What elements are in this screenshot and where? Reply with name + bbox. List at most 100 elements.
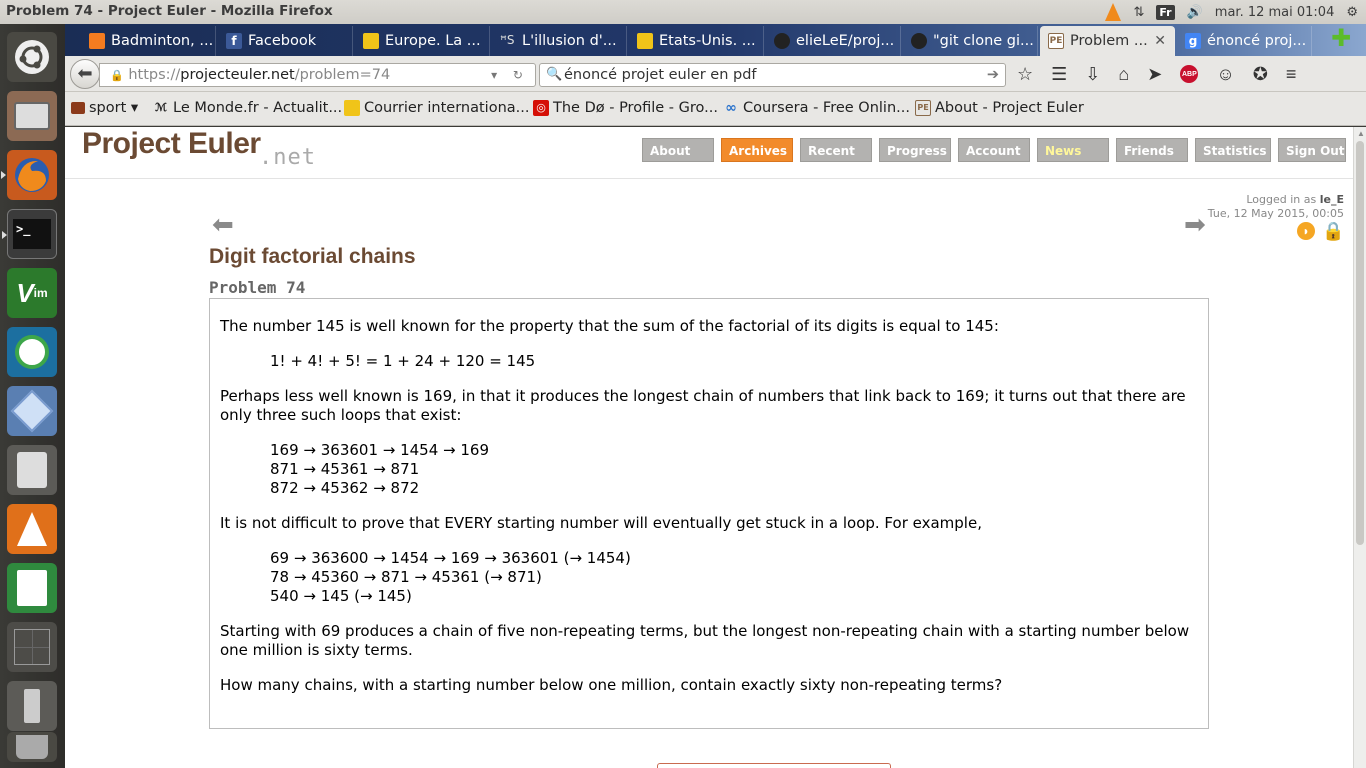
search-bar[interactable]: 🔍 énoncé projet euler en pdf ➔: [539, 63, 1006, 87]
clock[interactable]: mar. 12 mai 01:04: [1215, 5, 1335, 20]
bookmark-label: Courrier internationa...: [364, 100, 530, 116]
bookmark-about-project-euler[interactable]: PE About - Project Euler: [915, 100, 1084, 116]
nav-friends[interactable]: Friends: [1116, 138, 1188, 162]
url-bar[interactable]: 🔒 https://projecteuler.net/problem=74 ▾ …: [99, 63, 536, 87]
workspace-switcher-icon[interactable]: [7, 622, 57, 672]
coursera-icon: ∞: [725, 100, 737, 116]
nav-recent[interactable]: Recent: [800, 138, 872, 162]
url-path: /problem=74: [294, 67, 391, 83]
send-icon[interactable]: ➤: [1147, 64, 1162, 85]
tab-label: "git clone gi...: [933, 33, 1034, 49]
tab-facebook[interactable]: f Facebook: [218, 26, 353, 56]
nav-about[interactable]: About: [642, 138, 714, 162]
lastfm-icon: ◎: [533, 100, 549, 116]
site-favicon: ꟸS: [500, 33, 515, 47]
downloads-icon[interactable]: ⇩: [1085, 64, 1100, 85]
facebook-icon: f: [226, 33, 242, 49]
libreoffice-calc-icon[interactable]: [7, 563, 57, 613]
system-tray: ⇅ Fr 🔊 mar. 12 mai 01:04 ⚙: [1105, 0, 1358, 24]
session-gear-icon[interactable]: ⚙: [1346, 5, 1358, 20]
bookmark-label: Le Monde.fr - Actualit...: [173, 100, 343, 116]
tab-git-clone[interactable]: "git clone gi...: [903, 26, 1038, 56]
loops-list: 169 → 363601 → 1454 → 169 871 → 45361 → …: [270, 441, 1198, 498]
site-logo[interactable]: Project Euler: [82, 127, 261, 161]
examples-list: 69 → 363600 → 1454 → 169 → 363601 (→ 145…: [270, 549, 1198, 606]
new-tab-button[interactable]: ✚: [1330, 27, 1352, 51]
tab-label: Facebook: [248, 33, 317, 49]
terminal-icon[interactable]: >_: [2, 209, 57, 259]
virtualbox-icon[interactable]: [7, 386, 57, 436]
bookmark-courrier[interactable]: Courrier internationa...: [344, 100, 529, 116]
courrier-icon: [363, 33, 379, 49]
nav-progress[interactable]: Progress: [879, 138, 951, 162]
bookmark-star-icon[interactable]: ☆: [1017, 64, 1033, 85]
page-content: Project Euler .net About Archives Recent…: [65, 127, 1353, 768]
unity-launcher: >_ Vim: [0, 24, 65, 768]
bookmark-sport-folder[interactable]: sport ▾: [71, 100, 138, 116]
problem-paragraph: Starting with 69 produces a chain of fiv…: [220, 622, 1190, 659]
close-tab-icon[interactable]: ✕: [1154, 33, 1166, 49]
reading-list-icon[interactable]: ☰: [1051, 64, 1067, 85]
loop-line: 871 → 45361 → 871: [270, 460, 420, 478]
tab-label: L'illusion d'...: [522, 33, 617, 49]
rss-icon[interactable]: ◗: [1297, 222, 1315, 240]
google-icon: g: [1185, 33, 1201, 49]
back-button[interactable]: ⬅: [70, 59, 100, 89]
tab-europe[interactable]: Europe. La ...: [355, 26, 490, 56]
adblock-plus-icon[interactable]: ABP: [1180, 65, 1199, 83]
home-icon[interactable]: ⌂: [1118, 64, 1129, 85]
next-problem-arrow-icon[interactable]: ➡: [1184, 209, 1206, 240]
folder-icon: [71, 102, 85, 114]
problem-content: The number 145 is well known for the pro…: [209, 298, 1209, 729]
vim-icon[interactable]: Vim: [7, 268, 57, 318]
scroll-up-icon[interactable]: ▲: [1357, 129, 1365, 138]
usb-drive-icon[interactable]: [7, 681, 57, 731]
padlock-icon[interactable]: 🔒: [1322, 221, 1344, 242]
calculator-icon[interactable]: [7, 445, 57, 495]
keyboard-layout-indicator[interactable]: Fr: [1156, 4, 1175, 20]
extension-icon[interactable]: ✪: [1253, 64, 1268, 85]
network-manager-icon[interactable]: [7, 327, 57, 377]
tab-illusion[interactable]: ꟸS L'illusion d'...: [492, 26, 627, 56]
files-icon[interactable]: [7, 91, 57, 141]
search-go-icon[interactable]: ➔: [987, 64, 999, 86]
tab-github-repo[interactable]: elieLeE/proj...: [766, 26, 901, 56]
problem-equation: 1! + 4! + 5! = 1 + 24 + 120 = 145: [270, 352, 536, 370]
firefox-icon[interactable]: [1, 150, 57, 200]
problem-paragraph: It is not difficult to prove that EVERY …: [220, 514, 982, 532]
scrollbar-thumb[interactable]: [1356, 141, 1364, 545]
menu-icon[interactable]: ≡: [1286, 64, 1297, 85]
tab-etats-unis[interactable]: Etats-Unis. ...: [629, 26, 764, 56]
bookmark-label: About - Project Euler: [935, 100, 1084, 116]
answer-input-box[interactable]: [657, 763, 891, 768]
nav-sign-out[interactable]: Sign Out: [1278, 138, 1346, 162]
bookmark-coursera[interactable]: ∞ Coursera - Free Onlin...: [723, 100, 910, 116]
nav-news[interactable]: News: [1037, 138, 1109, 162]
page-scrollbar[interactable]: ▲: [1353, 127, 1366, 768]
nav-account[interactable]: Account: [958, 138, 1030, 162]
problem-number: Problem 74: [209, 278, 306, 297]
nav-statistics[interactable]: Statistics: [1195, 138, 1271, 162]
vlc-icon[interactable]: [7, 504, 57, 554]
tab-label: Problem ...: [1070, 33, 1148, 49]
bookmark-le-monde[interactable]: ℳ Le Monde.fr - Actualit...: [153, 100, 342, 116]
volume-icon[interactable]: 🔊: [1187, 5, 1203, 20]
url-dropdown-reload-icons[interactable]: ▾ ↻: [491, 64, 529, 86]
loop-line: 169 → 363601 → 1454 → 169: [270, 441, 490, 459]
trash-icon[interactable]: [7, 732, 57, 762]
nav-archives[interactable]: Archives: [721, 138, 793, 162]
chat-icon[interactable]: ☺: [1216, 64, 1234, 85]
network-icon[interactable]: ⇅: [1133, 5, 1144, 20]
toolbar-icons: ☆ ☰ ⇩ ⌂ ➤ ABP ☺ ✪ ≡: [1017, 62, 1296, 86]
navigation-toolbar: ⬅ 🔒 https://projecteuler.net/problem=74 …: [65, 56, 1366, 92]
bookmark-the-do[interactable]: ◎ The Dø - Profile - Gro...: [533, 100, 718, 116]
previous-problem-arrow-icon[interactable]: ⬅: [212, 209, 234, 240]
vlc-tray-icon[interactable]: [1105, 3, 1122, 21]
tab-bar: Badminton, ... f Facebook Europe. La ...…: [65, 24, 1366, 56]
top-panel: Problem 74 - Project Euler - Mozilla Fir…: [0, 0, 1366, 24]
tab-problem-74[interactable]: PE Problem ... ✕: [1040, 26, 1175, 56]
tab-enonce[interactable]: g énoncé proj...: [1177, 26, 1312, 56]
dash-home-icon[interactable]: [7, 32, 57, 82]
username: le_E: [1319, 193, 1344, 206]
tab-badminton[interactable]: Badminton, ...: [81, 26, 216, 56]
